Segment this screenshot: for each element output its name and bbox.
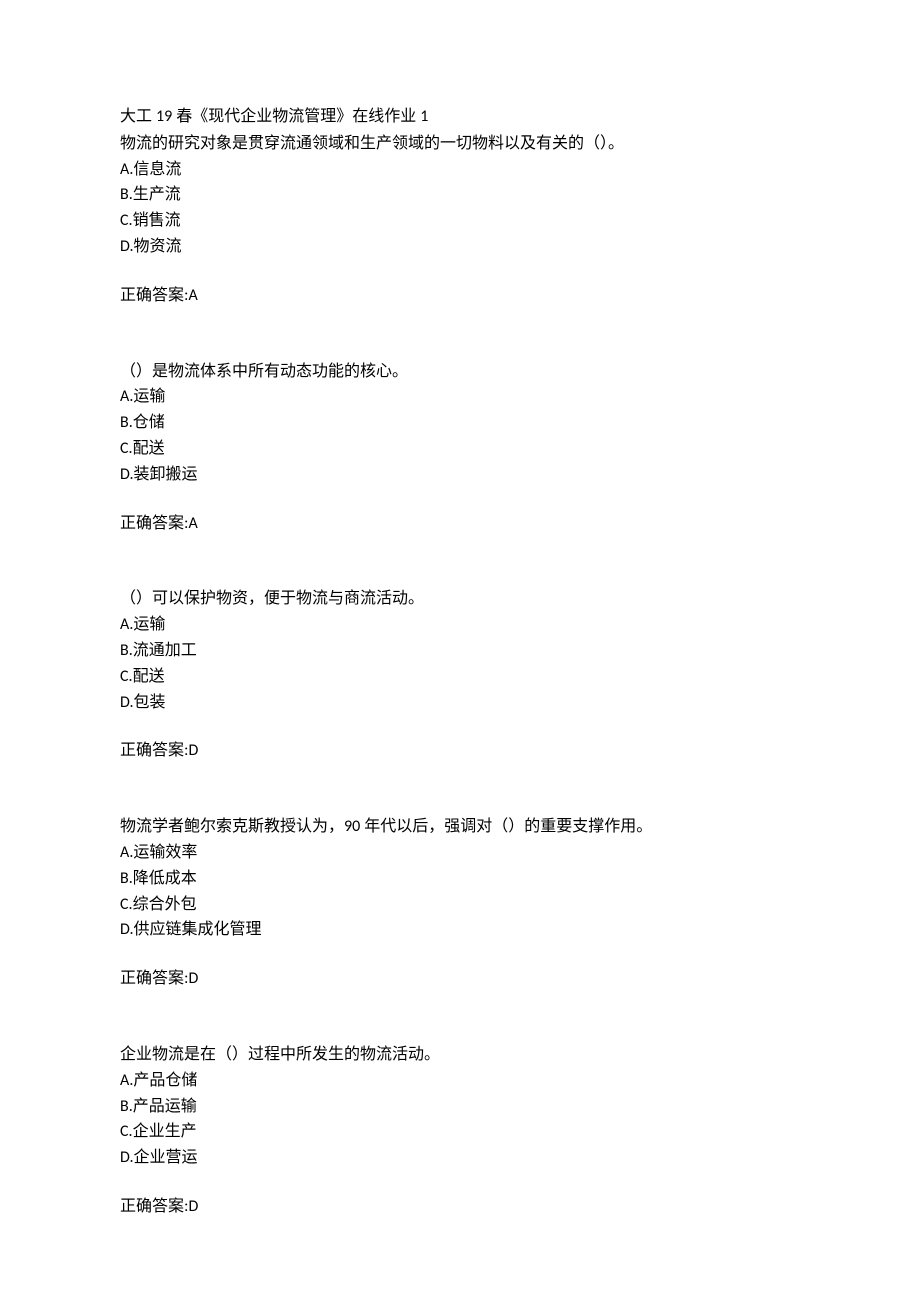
answer-value: A — [188, 286, 197, 305]
answer-label: 正确答案: — [120, 515, 188, 532]
spacer — [120, 765, 800, 815]
spacer — [120, 310, 800, 360]
option-letter: A — [120, 387, 129, 406]
spacer — [120, 993, 800, 1043]
option: A.运输 — [120, 613, 800, 638]
option-text: 企业生产 — [133, 1123, 197, 1140]
option-letter: C — [120, 895, 129, 914]
answer-line: 正确答案:D — [120, 1195, 800, 1220]
option-text: 降低成本 — [133, 870, 197, 887]
option: A.运输效率 — [120, 841, 800, 866]
option: C.综合外包 — [120, 893, 800, 918]
option-text: 运输 — [133, 616, 165, 633]
title-num1: 19 — [156, 107, 172, 126]
title-mid: 春《现代企业物流管理》在线作业 — [172, 108, 420, 125]
option: B.仓储 — [120, 411, 800, 436]
option-text: 信息流 — [133, 161, 181, 178]
option-letter: B — [120, 641, 129, 660]
question-text: 物流学者鲍尔索克斯教授认为，90 年代以后，强调对（）的重要支撑作用。 — [120, 815, 800, 840]
question-text-post: 年代以后，强调对（）的重要支撑作用。 — [360, 818, 652, 835]
title-prefix: 大工 — [120, 108, 156, 125]
answer-label: 正确答案: — [120, 970, 188, 987]
option: D.装卸搬运 — [120, 463, 800, 488]
option-text: 装卸搬运 — [134, 466, 198, 483]
option-text: 配送 — [133, 668, 165, 685]
option-letter: A — [120, 160, 129, 179]
question-text: 企业物流是在（）过程中所发生的物流活动。 — [120, 1043, 800, 1068]
option-text: 运输 — [133, 388, 165, 405]
option-text: 流通加工 — [133, 642, 197, 659]
answer-value: D — [188, 741, 198, 760]
option: B.产品运输 — [120, 1095, 800, 1120]
question-block: 物流学者鲍尔索克斯教授认为，90 年代以后，强调对（）的重要支撑作用。 A.运输… — [120, 815, 800, 992]
option: D.企业营运 — [120, 1146, 800, 1171]
option: D.包装 — [120, 691, 800, 716]
spacer — [120, 537, 800, 587]
option: C.配送 — [120, 437, 800, 462]
option: D.物资流 — [120, 235, 800, 260]
answer-value: A — [188, 514, 197, 533]
answer-line: 正确答案:A — [120, 284, 800, 309]
title-num2: 1 — [420, 107, 428, 126]
answer-value: D — [188, 969, 198, 988]
option: C.企业生产 — [120, 1120, 800, 1145]
option: C.配送 — [120, 665, 800, 690]
option-text: 产品仓储 — [133, 1072, 197, 1089]
answer-label: 正确答案: — [120, 742, 188, 759]
option-text: 物资流 — [134, 238, 182, 255]
option: B.生产流 — [120, 183, 800, 208]
option-text: 综合外包 — [133, 896, 197, 913]
question-text-pre: 物流学者鲍尔索克斯教授认为， — [120, 818, 344, 835]
question-block: 企业物流是在（）过程中所发生的物流活动。 A.产品仓储 B.产品运输 C.企业生… — [120, 1043, 800, 1220]
option-letter: B — [120, 185, 129, 204]
question-block: （）可以保护物资，便于物流与商流活动。 A.运输 B.流通加工 C.配送 D.包… — [120, 587, 800, 764]
option-text: 包装 — [134, 694, 166, 711]
option: B.降低成本 — [120, 867, 800, 892]
question-block: （）是物流体系中所有动态功能的核心。 A.运输 B.仓储 C.配送 D.装卸搬运… — [120, 360, 800, 537]
option: A.运输 — [120, 385, 800, 410]
option-letter: C — [120, 211, 129, 230]
option-text: 产品运输 — [133, 1098, 197, 1115]
option-text: 企业营运 — [134, 1149, 198, 1166]
option-letter: B — [120, 869, 129, 888]
answer-label: 正确答案: — [120, 287, 188, 304]
option-letter: B — [120, 413, 129, 432]
document-title: 大工 19 春《现代企业物流管理》在线作业 1 — [120, 105, 800, 130]
option-text: 供应链集成化管理 — [134, 921, 262, 938]
option-letter: B — [120, 1097, 129, 1116]
option-text: 销售流 — [133, 212, 181, 229]
option-text: 配送 — [133, 440, 165, 457]
answer-line: 正确答案:D — [120, 967, 800, 992]
question-block: 物流的研究对象是贯穿流通领域和生产领域的一切物料以及有关的（）。 A.信息流 B… — [120, 132, 800, 309]
question-text: （）是物流体系中所有动态功能的核心。 — [120, 360, 800, 385]
question-text-num: 90 — [344, 817, 360, 836]
option: B.流通加工 — [120, 639, 800, 664]
option: C.销售流 — [120, 209, 800, 234]
option-letter: C — [120, 1122, 129, 1141]
option-letter: A — [120, 1071, 129, 1090]
option-letter: A — [120, 615, 129, 634]
option-letter: C — [120, 667, 129, 686]
option-text: 生产流 — [133, 186, 181, 203]
option: D.供应链集成化管理 — [120, 918, 800, 943]
question-text: （）可以保护物资，便于物流与商流活动。 — [120, 587, 800, 612]
answer-line: 正确答案:A — [120, 512, 800, 537]
option-text: 仓储 — [133, 414, 165, 431]
question-text: 物流的研究对象是贯穿流通领域和生产领域的一切物料以及有关的（）。 — [120, 132, 800, 157]
answer-value: D — [188, 1197, 198, 1216]
option: A.产品仓储 — [120, 1069, 800, 1094]
option-letter: A — [120, 843, 129, 862]
option: A.信息流 — [120, 158, 800, 183]
answer-label: 正确答案: — [120, 1198, 188, 1215]
option-letter: C — [120, 439, 129, 458]
option-text: 运输效率 — [133, 844, 197, 861]
answer-line: 正确答案:D — [120, 739, 800, 764]
